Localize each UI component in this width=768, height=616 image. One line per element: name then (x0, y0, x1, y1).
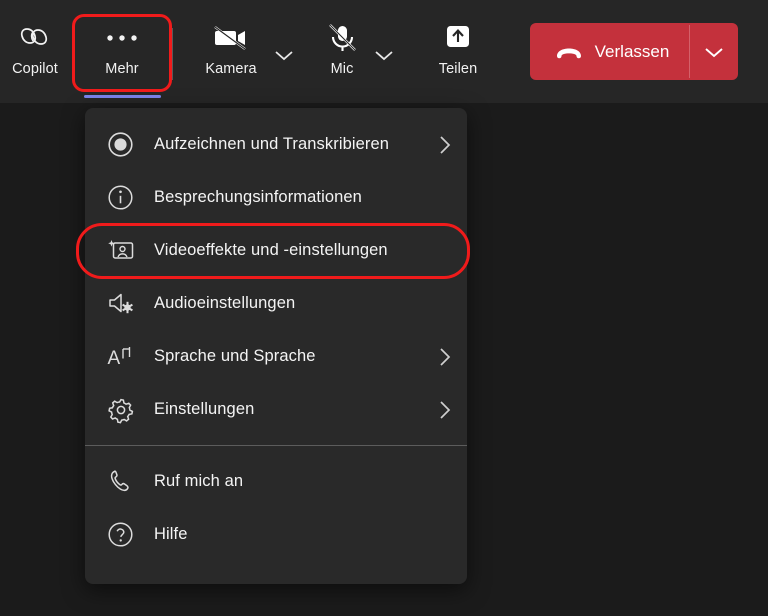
toolbar-button-camera[interactable]: Kamera (195, 0, 267, 103)
share-screen-icon (442, 18, 474, 58)
menu-label-meeting-info: Besprechungsinformationen (154, 188, 362, 206)
menu-label-language-speech: Sprache und Sprache (154, 347, 316, 365)
menu-label-call-me: Ruf mich an (154, 472, 244, 490)
toolbar-label-mic: Mic (330, 61, 354, 78)
menu-item-call-me[interactable]: Ruf mich an (85, 455, 467, 508)
hangup-icon (554, 43, 584, 60)
meeting-toolbar: Copilot Mehr Kamera Mic Teilen Verlassen (0, 0, 768, 103)
toolbar-button-more[interactable]: Mehr (72, 0, 172, 103)
meeting-toolbar-screen: Copilot Mehr Kamera Mic Teilen Verlassen… (0, 0, 768, 616)
menu-separator (85, 445, 467, 446)
speaker-settings-icon (107, 289, 141, 319)
video-effects-icon (107, 236, 141, 266)
toolbar-button-share[interactable]: Teilen (423, 0, 493, 103)
toolbar-button-mic[interactable]: Mic (317, 0, 367, 103)
menu-item-video-effects[interactable]: Videoeffekte und -einstellungen (85, 224, 467, 277)
toolbar-button-copilot[interactable]: Copilot (0, 0, 70, 103)
info-icon (107, 183, 141, 213)
menu-item-language-speech[interactable]: A Sprache und Sprache (85, 330, 467, 383)
toolbar-label-camera: Kamera (205, 61, 257, 78)
menu-chevron-right-icon (439, 347, 451, 367)
menu-chevron-right-icon (439, 135, 451, 155)
leave-meeting-main[interactable]: Verlassen (530, 23, 689, 80)
toolbar-divider-1 (172, 27, 173, 80)
menu-item-settings[interactable]: Einstellungen (85, 383, 467, 436)
toolbar-label-copilot: Copilot (12, 61, 58, 78)
copilot-icon (18, 18, 52, 58)
record-icon (107, 130, 141, 160)
more-options-menu: Aufzeichnen und Transkribieren Besprechu… (85, 108, 467, 584)
help-icon (107, 520, 141, 550)
menu-label-record-transcribe: Aufzeichnen und Transkribieren (154, 135, 390, 153)
svg-text:A: A (108, 348, 121, 369)
menu-item-help[interactable]: Hilfe (85, 508, 467, 561)
menu-item-audio-settings[interactable]: Audioeinstellungen (85, 277, 467, 330)
menu-label-settings: Einstellungen (154, 400, 255, 418)
leave-chevron-down-icon[interactable] (690, 46, 738, 58)
leave-meeting-button[interactable]: Verlassen (530, 23, 738, 80)
toolbar-label-share: Teilen (438, 61, 478, 78)
menu-chevron-right-icon (439, 400, 451, 420)
menu-item-record-transcribe[interactable]: Aufzeichnen und Transkribieren (85, 118, 467, 171)
camera-off-icon (211, 18, 251, 58)
menu-label-audio-settings: Audioeinstellungen (154, 294, 296, 312)
gear-icon (107, 395, 141, 425)
microphone-off-icon (325, 18, 359, 58)
phone-icon (107, 467, 141, 497)
language-icon: A (107, 342, 141, 372)
toolbar-mic-chevron-down-icon[interactable] (367, 0, 401, 103)
toolbar-label-more: Mehr (105, 61, 139, 78)
toolbar-camera-chevron-down-icon[interactable] (267, 0, 301, 103)
ellipsis-icon (106, 18, 138, 58)
menu-label-help: Hilfe (154, 525, 188, 543)
menu-item-meeting-info[interactable]: Besprechungsinformationen (85, 171, 467, 224)
more-button-active-indicator (84, 95, 161, 98)
menu-label-video-effects: Videoeffekte und -einstellungen (154, 241, 388, 259)
leave-meeting-label: Verlassen (594, 41, 670, 61)
